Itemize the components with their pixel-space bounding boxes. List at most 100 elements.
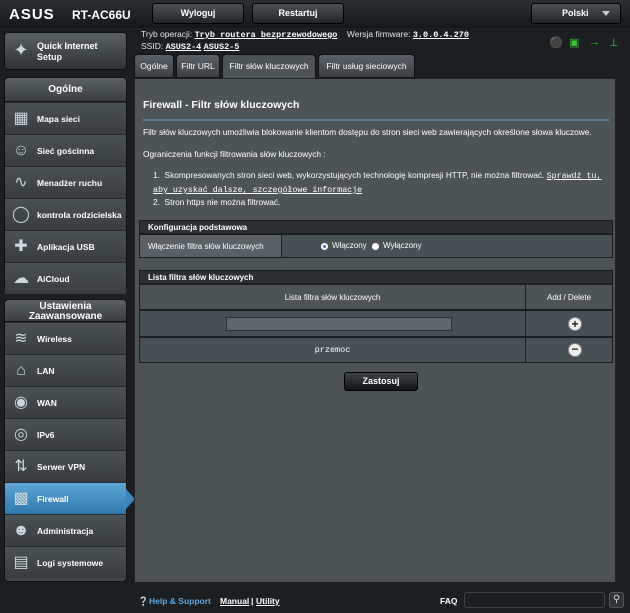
- router-model: RT-AC66U: [72, 8, 131, 22]
- general-title: Ogólne: [5, 78, 126, 102]
- mode-link[interactable]: Tryb routera bezprzewodowego: [195, 30, 338, 40]
- menu-item-wireless[interactable]: ≋ Wireless: [5, 322, 126, 354]
- keyword-list-header: Lista filtra słów kluczowych: [139, 270, 613, 284]
- advanced-title: Ustawienia Zaawansowane: [5, 300, 126, 322]
- page-title: Firewall - Filtr słów kluczowych: [143, 99, 300, 111]
- menu-label: Sieć gościnna: [37, 146, 95, 156]
- radio-disabled[interactable]: [371, 242, 380, 251]
- tab-general[interactable]: Ogólne: [134, 54, 174, 78]
- general-menu: Ogólne ▦ Mapa sieci ☺ Sieć gościnna ∿ Menad…: [4, 77, 127, 294]
- operation-mode-line: Tryb operacji: Tryb routera bezprzewodow…: [141, 29, 469, 40]
- menu-item-firewall[interactable]: ▩ Firewall: [5, 482, 135, 514]
- vpn-icon: ⇅: [14, 458, 28, 475]
- language-value: Polski: [562, 8, 589, 18]
- guest-network-icon: ☺: [12, 142, 30, 159]
- manual-link[interactable]: Manual: [220, 596, 249, 606]
- restart-button[interactable]: Restartuj: [252, 3, 344, 24]
- limit1-text: Skompresowanych stron sieci web, wykorzy…: [164, 170, 545, 180]
- menu-label: Wireless: [37, 334, 72, 344]
- usb-status-icon[interactable]: →: [589, 36, 600, 48]
- menu-item-network-map[interactable]: ▦ Mapa sieci: [5, 102, 126, 134]
- usb-status-icon-2[interactable]: ⊥: [609, 36, 619, 49]
- faq-label: FAQ: [440, 596, 458, 606]
- menu-label: Aplikacja USB: [37, 242, 95, 252]
- enable-filter-row: Włączenie filtra słów kluczowych Włączon…: [139, 234, 613, 258]
- ssid-24-link[interactable]: ASUS2-4: [166, 42, 202, 52]
- search-icon[interactable]: ⚲: [609, 592, 624, 608]
- menu-item-system-log[interactable]: ▤ Logi systemowe: [5, 546, 126, 578]
- chevron-down-icon: [602, 11, 610, 16]
- basic-config-header: Konfiguracja podstawowa: [139, 220, 613, 234]
- utility-link[interactable]: Utility: [256, 596, 280, 606]
- radio-disabled-label: Wyłączony: [383, 241, 422, 250]
- ssid-5-link[interactable]: ASUS2-5: [204, 42, 240, 52]
- help-icon: ❔: [138, 596, 149, 606]
- radio-enabled-label: Włączony: [332, 241, 367, 250]
- menu-item-lan[interactable]: ⌂ LAN: [5, 354, 126, 386]
- menu-label: AiCloud: [37, 274, 70, 284]
- keyword-input-cell: [140, 311, 526, 336]
- keyword-input[interactable]: [226, 317, 452, 331]
- menu-item-usb-app[interactable]: ✚ Aplikacja USB: [5, 230, 126, 262]
- menu-item-guest-network[interactable]: ☺ Sieć gościnna: [5, 134, 126, 166]
- network-map-icon: ▦: [13, 110, 29, 127]
- menu-label: Menadżer ruchu: [37, 178, 103, 188]
- tab-url-filter[interactable]: Filtr URL: [176, 54, 220, 78]
- firmware-label: Wersja firmware:: [346, 29, 411, 39]
- add-keyword-button[interactable]: +: [568, 317, 582, 331]
- menu-label: Logi systemowe: [37, 558, 104, 568]
- menu-item-wan[interactable]: ◉ WAN: [5, 386, 126, 418]
- limit-item-2: 2. Stron https nie można filtrować.: [153, 197, 280, 207]
- network-status-icon[interactable]: ▣: [569, 36, 579, 49]
- firewall-icon: ▩: [13, 490, 29, 507]
- radio-enabled[interactable]: [320, 242, 329, 251]
- menu-label: Firewall: [37, 494, 69, 504]
- menu-label: WAN: [37, 398, 57, 408]
- col-action-header: Add / Delete: [546, 293, 592, 302]
- apply-button[interactable]: Zastosuj: [344, 372, 418, 391]
- list-number: 2.: [153, 197, 165, 207]
- admin-icon: ☻: [12, 522, 30, 539]
- firmware-link[interactable]: 3.0.0.4.270: [413, 30, 469, 40]
- intro-text: Filtr słów kluczowych umożliwia blokowan…: [143, 127, 592, 137]
- delete-keyword-button[interactable]: −: [568, 343, 582, 357]
- tab-keyword-filter[interactable]: Filtr słów kluczowych: [222, 54, 316, 78]
- limit-item-1: 1. Skompresowanych stron sieci web, wyko…: [153, 169, 611, 197]
- keyword-row: przemoc −: [139, 337, 613, 363]
- menu-label: IPv6: [37, 430, 55, 440]
- asus-logo: ASUS: [9, 6, 55, 23]
- menu-label: LAN: [37, 366, 55, 376]
- qis-label: Quick Internet Setup: [37, 41, 98, 62]
- main-panel: Firewall - Filtr słów kluczowych Filtr s…: [134, 78, 616, 583]
- menu-label: Serwer VPN: [37, 462, 86, 472]
- limit2-text: Stron https nie można filtrować.: [164, 197, 281, 207]
- tab-network-services-filter[interactable]: Filtr usług sieciowych: [318, 54, 415, 78]
- aicloud-icon: ☁: [13, 270, 29, 287]
- menu-item-ipv6[interactable]: ◎ IPv6: [5, 418, 126, 450]
- quick-internet-setup-button[interactable]: ✦ Quick Internet Setup: [4, 32, 127, 70]
- menu-item-aicloud[interactable]: ☁ AiCloud: [5, 262, 126, 294]
- home-icon: ⌂: [16, 362, 26, 379]
- ssid-label: SSID:: [141, 41, 164, 51]
- syslog-icon: ▤: [13, 554, 29, 571]
- logout-button[interactable]: Wyloguj: [152, 3, 244, 24]
- parental-control-icon: ◯: [12, 206, 30, 223]
- menu-item-vpn-server[interactable]: ⇅ Serwer VPN: [5, 450, 126, 482]
- help-support-link[interactable]: Help & Support: [149, 596, 211, 606]
- menu-item-parental-control[interactable]: ◯ kontrola rodzicielska: [5, 198, 126, 230]
- wand-icon: ✦: [13, 40, 29, 60]
- traffic-manager-icon: ∿: [14, 174, 28, 191]
- wifi-icon: ≋: [14, 330, 28, 347]
- ssid-line: SSID: ASUS2-4 ASUS2-5: [141, 41, 239, 52]
- usb-app-icon: ✚: [14, 238, 28, 255]
- list-number: 1.: [153, 170, 165, 180]
- faq-search-input[interactable]: [464, 592, 605, 608]
- menu-label: Administracja: [37, 526, 94, 536]
- menu-item-traffic-manager[interactable]: ∿ Menadżer ruchu: [5, 166, 126, 198]
- language-select[interactable]: Polski: [531, 3, 621, 24]
- menu-label: Mapa sieci: [37, 114, 80, 124]
- keyword-table-header: Lista filtra słów kluczowych Add / Delet…: [139, 284, 613, 310]
- top-bar: ASUS RT-AC66U Wyloguj Restartuj Polski: [0, 0, 630, 28]
- menu-item-administration[interactable]: ☻ Administracja: [5, 514, 126, 546]
- clients-status-icon[interactable]: ⚫: [549, 36, 563, 49]
